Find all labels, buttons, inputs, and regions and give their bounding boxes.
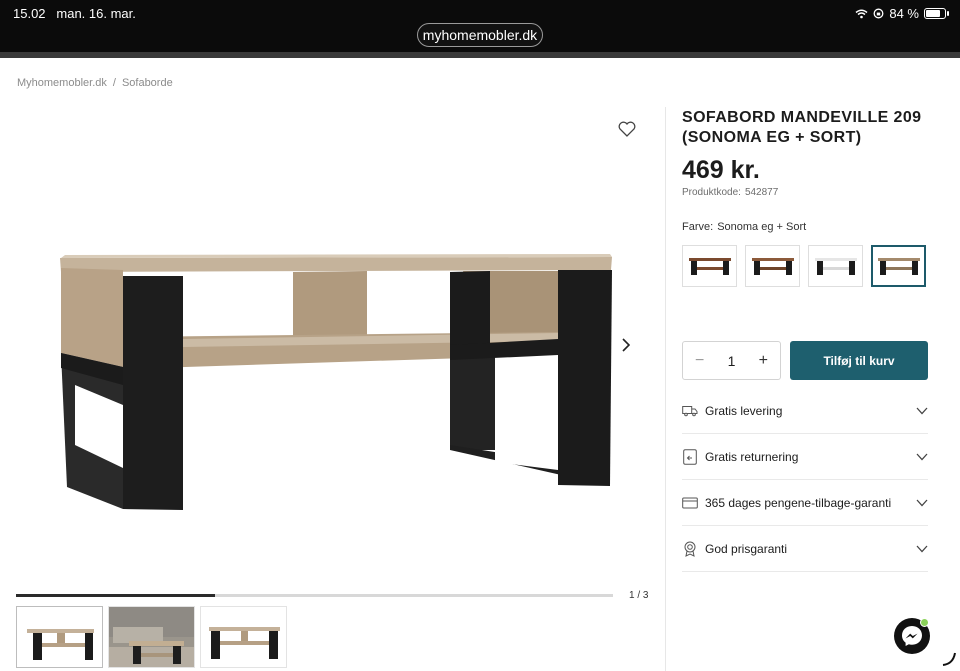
accordion-label: 365 dages pengene-tilbage-garanti — [705, 495, 892, 510]
swatch-walnut-black[interactable] — [682, 245, 737, 287]
quantity-increase-button[interactable]: + — [759, 352, 768, 370]
thumbnail-front-image — [209, 627, 280, 659]
product-code-value: 542877 — [744, 187, 779, 198]
product-title: SOFABORD MANDEVILLE 209 (SONOMA EG + SOR… — [682, 109, 922, 146]
thumbnail-strip — [16, 606, 287, 668]
thumbnail-table-image — [27, 629, 94, 660]
color-swatches — [682, 245, 926, 287]
gallery-progress — [16, 594, 613, 597]
breadcrumb-category[interactable]: Sofaborde — [122, 77, 173, 89]
swatch-image — [751, 258, 794, 275]
wifi-icon — [855, 9, 868, 18]
thumbnail-1[interactable] — [16, 606, 103, 668]
accordion-free-returns[interactable]: Gratis returnering — [682, 434, 928, 480]
product-code-label: Produktkode: — [682, 187, 741, 198]
chevron-down-icon — [916, 499, 928, 506]
heart-icon[interactable] — [618, 121, 636, 137]
accordion-money-back[interactable]: 365 dages pengene-tilbage-garanti — [682, 480, 928, 526]
award-icon — [682, 541, 698, 557]
add-to-cart-button[interactable]: Tilføj til kurv — [790, 341, 928, 380]
truck-icon — [682, 403, 698, 419]
messenger-chat-button[interactable] — [894, 618, 930, 654]
chevron-right-icon — [621, 338, 630, 352]
accordion-price-guarantee[interactable]: God prisgaranti — [682, 526, 928, 572]
chevron-down-icon — [916, 453, 928, 460]
chevron-down-icon — [916, 545, 928, 552]
product-price: 469 kr. — [682, 156, 760, 184]
accordion-free-delivery[interactable]: Gratis levering — [682, 388, 928, 434]
column-divider — [665, 107, 666, 671]
accordion-label: Gratis returnering — [705, 449, 799, 464]
url-bar[interactable]: myhomemobler.dk — [417, 23, 543, 47]
status-bar: 15.02 man. 16. mar. myhomemobler.dk 84 % — [0, 0, 960, 52]
clock: 15.02 — [13, 6, 46, 21]
swatch-oak-black[interactable] — [745, 245, 800, 287]
credit-card-icon — [682, 495, 698, 511]
toolbar-strip — [0, 52, 960, 58]
thumbnail-2[interactable] — [108, 606, 195, 668]
breadcrumb-home[interactable]: Myhomemobler.dk — [17, 77, 107, 89]
gallery-pager: 1 / 3 — [629, 590, 649, 601]
quantity-decrease-button[interactable]: − — [695, 352, 704, 370]
color-selection-label: Farve: Sonoma eg + Sort — [682, 221, 806, 233]
status-time: 15.02 man. 16. mar. — [13, 6, 136, 21]
color-label: Farve: — [682, 221, 714, 233]
swatch-image — [688, 258, 731, 275]
gallery-next-button[interactable] — [613, 333, 637, 357]
swatch-image — [814, 258, 857, 275]
resize-corner-icon — [942, 652, 956, 666]
gallery-progress-fill — [16, 594, 215, 597]
messenger-icon — [902, 626, 922, 646]
battery-icon — [924, 8, 949, 19]
accordion-label: Gratis levering — [705, 403, 783, 418]
breadcrumb-separator: / — [112, 77, 116, 89]
accordion-label: God prisgaranti — [705, 541, 788, 556]
thumbnail-3[interactable] — [200, 606, 287, 668]
color-value: Sonoma eg + Sort — [717, 221, 807, 233]
quantity-value[interactable]: 1 — [728, 353, 736, 369]
product-code: Produktkode: 542877 — [682, 187, 778, 198]
swatch-image — [877, 258, 920, 275]
status-right: 84 % — [855, 6, 949, 21]
quantity-stepper: − 1 + — [682, 341, 781, 380]
swatch-sonoma-black[interactable] — [871, 245, 926, 287]
product-main-image[interactable] — [15, 105, 645, 590]
battery-percent: 84 % — [889, 6, 919, 21]
online-status-dot — [920, 618, 929, 627]
thumbnail-room-image — [109, 607, 194, 667]
swatch-white-black[interactable] — [808, 245, 863, 287]
orientation-lock-icon — [873, 8, 884, 19]
date: man. 16. mar. — [56, 6, 136, 21]
breadcrumb: Myhomemobler.dk / Sofaborde — [17, 77, 173, 89]
chevron-down-icon — [916, 407, 928, 414]
return-icon — [682, 448, 698, 465]
